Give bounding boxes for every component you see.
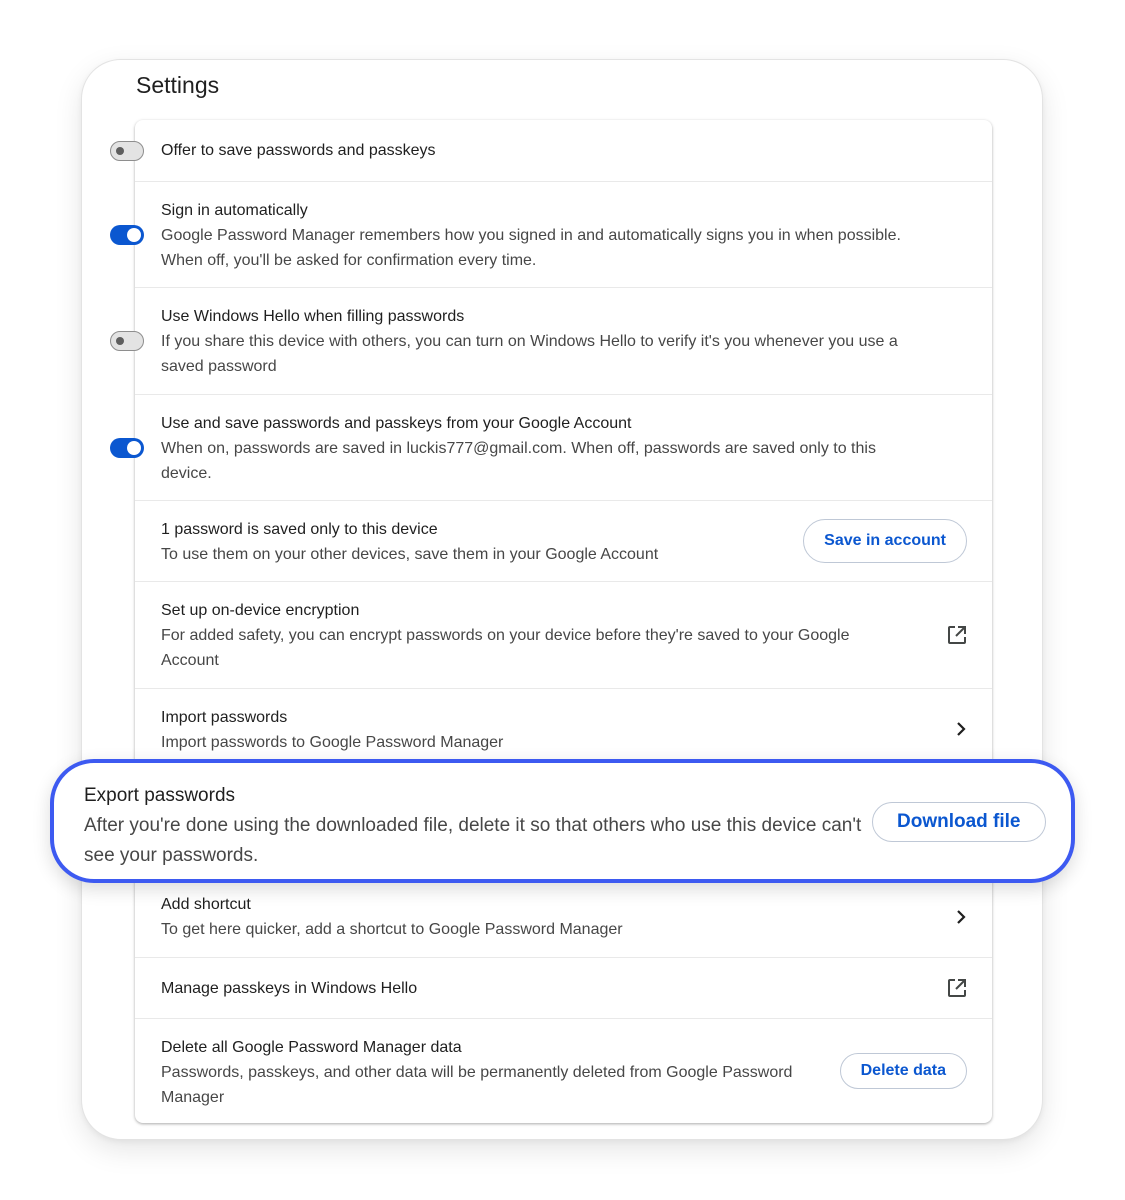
- row-delete-data: Delete all Google Password Manager data …: [135, 1018, 992, 1123]
- row-sign-in-automatically[interactable]: Sign in automatically Google Password Ma…: [110, 181, 992, 287]
- delete-data-button[interactable]: Delete data: [839, 1053, 967, 1089]
- row-label: Sign in automatically: [161, 202, 308, 219]
- row-manage-passkeys[interactable]: Manage passkeys in Windows Hello: [135, 957, 992, 1018]
- google-account-toggle[interactable]: [110, 437, 144, 458]
- row-label: Use and save passwords and passkeys from…: [161, 415, 632, 432]
- row-add-shortcut[interactable]: Add shortcut To get here quicker, add a …: [135, 876, 992, 957]
- row-description: To use them on your other devices, save …: [161, 546, 659, 563]
- row-saved-to-device: 1 password is saved only to this device …: [135, 500, 992, 581]
- offer-save-toggle[interactable]: [110, 140, 144, 161]
- row-description: Passwords, passkeys, and other data will…: [161, 1064, 793, 1106]
- download-file-button[interactable]: Download file: [872, 802, 1046, 842]
- export-passwords-label: Export passwords: [84, 785, 236, 806]
- row-windows-hello[interactable]: Use Windows Hello when filling passwords…: [110, 287, 992, 394]
- row-label: Import passwords: [161, 709, 288, 726]
- row-description: When on, passwords are saved in luckis77…: [161, 440, 876, 482]
- windows-hello-toggle[interactable]: [110, 331, 144, 351]
- row-label: Add shortcut: [161, 896, 251, 913]
- page-title: Settings: [136, 72, 220, 98]
- open-in-new-icon[interactable]: [947, 625, 967, 645]
- row-google-account[interactable]: Use and save passwords and passkeys from…: [110, 394, 992, 500]
- row-description: Import passwords to Google Password Mana…: [161, 734, 504, 751]
- row-label: Set up on-device encryption: [161, 602, 360, 619]
- row-label: Delete all Google Password Manager data: [161, 1039, 462, 1056]
- row-label: 1 password is saved only to this device: [161, 521, 438, 538]
- row-import-passwords[interactable]: Import passwords Import passwords to Goo…: [135, 688, 992, 769]
- open-in-new-icon[interactable]: [947, 978, 967, 998]
- row-description: For added safety, you can encrypt passwo…: [161, 627, 850, 669]
- row-on-device-encryption[interactable]: Set up on-device encryption For added sa…: [135, 581, 992, 688]
- row-offer-save[interactable]: Offer to save passwords and passkeys: [110, 120, 992, 181]
- row-label: Offer to save passwords and passkeys: [161, 142, 436, 159]
- chevron-right-icon[interactable]: [955, 909, 967, 925]
- row-label: Use Windows Hello when filling passwords: [161, 308, 465, 325]
- save-in-account-button[interactable]: Save in account: [803, 519, 967, 563]
- settings-card: Offer to save passwords and passkeys Sig…: [110, 120, 992, 1123]
- chevron-right-icon[interactable]: [955, 721, 967, 737]
- row-description: Google Password Manager remembers how yo…: [161, 227, 901, 269]
- row-description: To get here quicker, add a shortcut to G…: [161, 921, 623, 938]
- row-label: Manage passkeys in Windows Hello: [161, 980, 418, 997]
- export-passwords-description: After you're done using the downloaded f…: [84, 815, 862, 866]
- row-description: If you share this device with others, yo…: [161, 333, 898, 375]
- export-passwords-highlight: Export passwords After you're done using…: [50, 759, 1075, 883]
- sign-in-toggle[interactable]: [110, 224, 144, 245]
